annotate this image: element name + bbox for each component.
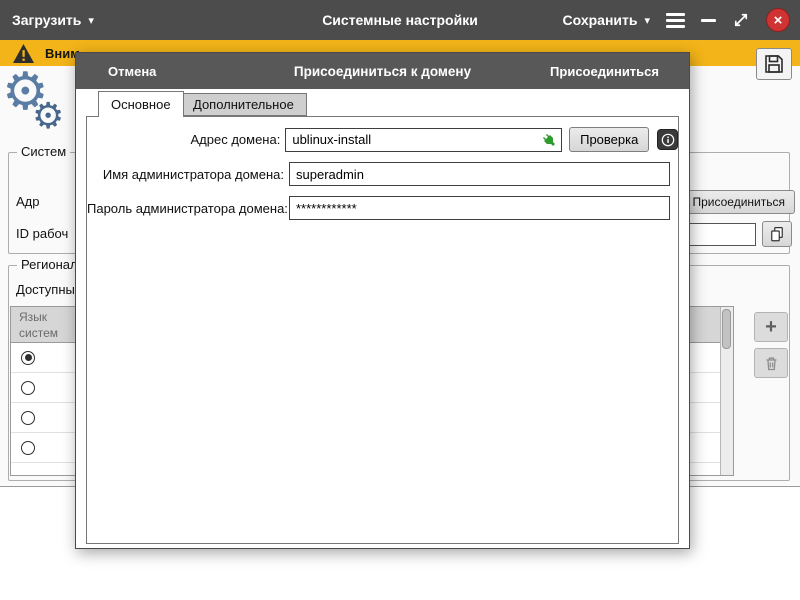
regional-group-label: Регионал — [17, 257, 82, 272]
tab-advanced[interactable]: Дополнительное — [180, 93, 307, 116]
add-language-button[interactable]: + — [754, 312, 788, 342]
address-label: Адр — [16, 194, 40, 209]
copy-button[interactable] — [762, 221, 792, 247]
radio-icon[interactable] — [21, 441, 35, 455]
table-scrollbar[interactable] — [720, 307, 733, 475]
domain-address-row: Адрес домена: Проверка — [87, 127, 678, 152]
save-menu-label: Сохранить — [563, 12, 638, 28]
dialog-header: Отмена Присоединиться к домену Присоедин… — [76, 53, 689, 89]
radio-icon[interactable] — [21, 381, 35, 395]
floppy-disk-icon — [762, 52, 786, 76]
join-domain-button[interactable]: Присоединиться — [682, 190, 795, 214]
delete-language-button[interactable] — [754, 348, 788, 378]
fullscreen-icon[interactable] — [732, 11, 750, 29]
hamburger-menu-icon[interactable] — [666, 13, 685, 28]
app-gears-icon: ⚙ ⚙ — [2, 72, 72, 148]
dialog-panel: Адрес домена: Проверка — [86, 116, 679, 544]
warning-triangle-icon — [12, 43, 35, 64]
cancel-button[interactable]: Отмена — [108, 64, 156, 79]
check-button[interactable]: Проверка — [569, 127, 649, 152]
load-menu-label: Загрузить — [12, 12, 81, 28]
admin-password-row: Пароль администратора домена: — [87, 196, 678, 220]
tab-main[interactable]: Основное — [98, 91, 184, 117]
info-icon — [661, 133, 675, 147]
join-confirm-button[interactable]: Присоединиться — [550, 64, 659, 79]
workstation-id-label: ID рабоч — [16, 226, 68, 241]
close-icon[interactable]: × — [766, 8, 790, 32]
chevron-down-icon: ▾ — [88, 14, 94, 27]
system-group-label: Систем — [17, 144, 70, 159]
dialog-title: Присоединиться к домену — [294, 53, 471, 89]
admin-password-label: Пароль администратора домена: — [87, 201, 289, 216]
minimize-icon[interactable] — [701, 19, 716, 22]
join-domain-dialog: Отмена Присоединиться к домену Присоедин… — [75, 52, 690, 549]
admin-name-input[interactable] — [289, 162, 670, 186]
radio-icon[interactable] — [21, 411, 35, 425]
domain-address-label: Адрес домена: — [87, 132, 285, 147]
copy-icon — [768, 225, 786, 243]
admin-password-input[interactable] — [289, 196, 670, 220]
gear-icon: ⚙ — [32, 98, 64, 134]
save-to-file-button[interactable] — [756, 48, 792, 80]
chevron-down-icon: ▾ — [644, 14, 650, 27]
titlebar: Загрузить ▾ Системные настройки Сохранит… — [0, 0, 800, 40]
radio-selected-icon[interactable] — [21, 351, 35, 365]
load-menu-button[interactable]: Загрузить ▾ — [12, 12, 94, 28]
info-button[interactable] — [657, 129, 678, 150]
admin-name-row: Имя администратора домена: — [87, 162, 678, 186]
window-title: Системные настройки — [322, 12, 478, 28]
available-languages-label: Доступны — [16, 282, 75, 297]
save-menu-button[interactable]: Сохранить ▾ — [563, 12, 651, 28]
trash-icon — [763, 355, 780, 372]
scrollbar-thumb[interactable] — [722, 309, 731, 349]
domain-address-input[interactable] — [285, 128, 562, 152]
admin-name-label: Имя администратора домена: — [87, 167, 289, 182]
